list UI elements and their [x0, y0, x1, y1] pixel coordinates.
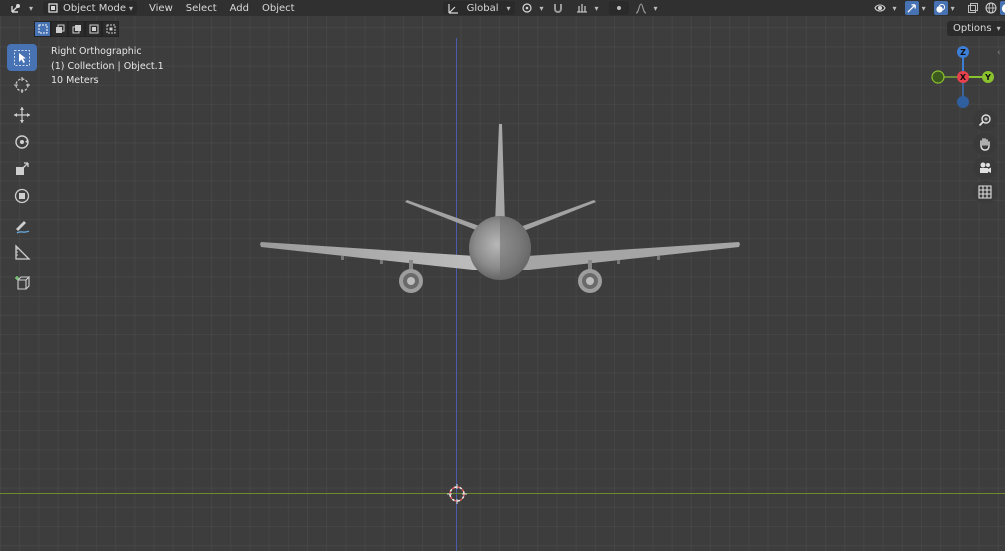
select-box-tool[interactable]	[7, 44, 37, 71]
chevron-down-icon: ▾	[653, 3, 658, 13]
xray-toggle[interactable]	[963, 0, 983, 16]
rotate-tool[interactable]	[7, 128, 37, 155]
eye-icon	[873, 4, 886, 12]
gizmo-arrow-icon	[907, 3, 916, 13]
mode-label: Object Mode	[63, 2, 127, 14]
falloff-curve-icon	[635, 3, 646, 14]
select-intersect-button[interactable]	[102, 21, 119, 37]
grid-ortho-icon	[978, 185, 992, 199]
select-invert-icon	[89, 24, 98, 34]
select-intersect-icon	[106, 24, 115, 34]
y-axis-line	[0, 493, 1005, 494]
snap-toggle[interactable]	[548, 0, 572, 16]
add-cube-tool[interactable]	[7, 269, 37, 296]
snap-target-dropdown[interactable]: ▾	[572, 0, 603, 16]
proportional-edit-toggle[interactable]	[608, 1, 629, 15]
chevron-down-icon: ▾	[129, 3, 134, 13]
viewport-info: Right Orthographic (1) Collection | Obje…	[51, 45, 164, 89]
transform-orientation-label: Global	[466, 2, 499, 14]
camera-icon	[980, 162, 991, 173]
crosshair-cursor-icon	[14, 76, 30, 93]
tool-shelf	[7, 44, 38, 296]
ortho-toggle-button[interactable]	[973, 181, 997, 203]
gizmo-x-label: X	[960, 73, 967, 82]
transform-tool[interactable]	[7, 182, 37, 209]
overlays-toggle[interactable]: ▾	[930, 0, 959, 16]
chevron-down-icon: ▾	[539, 3, 544, 13]
select-cursor-icon	[14, 49, 30, 66]
wireframe-shading-icon[interactable]	[985, 2, 997, 14]
move-arrows-icon	[14, 106, 30, 123]
pencil-annotate-icon	[16, 220, 30, 234]
axis-editor-icon	[11, 4, 20, 13]
view-name-text: Right Orthographic	[51, 46, 142, 57]
cursor-tool[interactable]	[7, 71, 37, 98]
select-extend-button[interactable]	[51, 21, 68, 37]
overlays-icon	[936, 3, 946, 13]
solid-shading-icon[interactable]	[1001, 3, 1005, 14]
select-extend-icon	[55, 24, 64, 33]
object-mode-icon	[48, 3, 58, 13]
gizmo-z-label: Z	[960, 48, 966, 57]
scale-icon	[16, 161, 29, 175]
menu-view[interactable]: View	[145, 0, 177, 16]
chevron-down-icon: ▾	[892, 3, 897, 13]
airplane-model[interactable]	[255, 120, 745, 300]
gizmo-y-label: Y	[984, 73, 991, 82]
transform-icon	[14, 188, 30, 203]
rotate-icon	[15, 134, 29, 149]
mode-dropdown[interactable]: Object Mode ▾	[43, 1, 138, 15]
chevron-down-icon: ▾	[594, 3, 599, 13]
select-invert-button[interactable]	[85, 21, 102, 37]
chevron-down-icon: ▾	[996, 24, 1001, 33]
select-new-button[interactable]	[34, 21, 51, 37]
add-cube-icon	[15, 275, 31, 290]
shading-modes[interactable]: ▾	[983, 0, 1005, 16]
menu-add[interactable]: Add	[226, 0, 253, 16]
3d-cursor-icon	[447, 484, 467, 504]
select-new-icon	[38, 24, 47, 34]
transform-orientation-dropdown[interactable]: Global ▾	[442, 1, 515, 15]
viewport-header: ▾ Object Mode ▾ View Select Add Object G…	[0, 0, 1005, 16]
editor-type-button[interactable]: ▾	[6, 0, 37, 16]
options-label: Options	[953, 23, 992, 34]
select-subtract-button[interactable]	[68, 21, 85, 37]
menu-select[interactable]: Select	[182, 0, 221, 16]
pivot-icon	[521, 3, 532, 13]
chevron-down-icon: ▾	[950, 3, 955, 13]
hand-pan-icon	[980, 138, 990, 151]
zoom-button[interactable]	[973, 109, 997, 131]
visibility-dropdown[interactable]: ▾	[870, 0, 901, 16]
magnet-icon	[553, 4, 562, 13]
gizmo-toggle[interactable]: ▾	[901, 0, 930, 16]
annotate-tool[interactable]	[7, 212, 37, 239]
orientation-axes-icon	[447, 4, 458, 14]
options-dropdown[interactable]: Options ▾	[947, 21, 1005, 36]
navigation-gizmo[interactable]: Z Y X	[928, 44, 998, 110]
snap-increment-icon	[576, 4, 587, 13]
select-subtract-icon	[72, 25, 81, 34]
move-tool[interactable]	[7, 101, 37, 128]
ruler-measure-icon	[15, 243, 31, 260]
grid-scale-text: 10 Meters	[51, 75, 99, 87]
chevron-down-icon: ▾	[29, 3, 34, 13]
menu-object[interactable]: Object	[258, 0, 299, 16]
zoom-magnifier-icon	[978, 114, 991, 127]
selection-mode-group	[34, 21, 119, 37]
xray-icon	[967, 3, 978, 13]
pan-button[interactable]	[973, 133, 997, 155]
camera-view-button[interactable]	[973, 157, 997, 179]
collection-text: (1) Collection | Object.1	[51, 60, 164, 72]
measure-tool[interactable]	[7, 239, 37, 266]
proportional-dot-icon	[616, 6, 621, 10]
pivot-point-button[interactable]: ▾	[517, 0, 548, 16]
scale-tool[interactable]	[7, 155, 37, 182]
falloff-dropdown[interactable]: ▾	[631, 0, 662, 16]
chevron-down-icon: ▾	[506, 3, 511, 13]
chevron-down-icon: ▾	[921, 3, 926, 13]
